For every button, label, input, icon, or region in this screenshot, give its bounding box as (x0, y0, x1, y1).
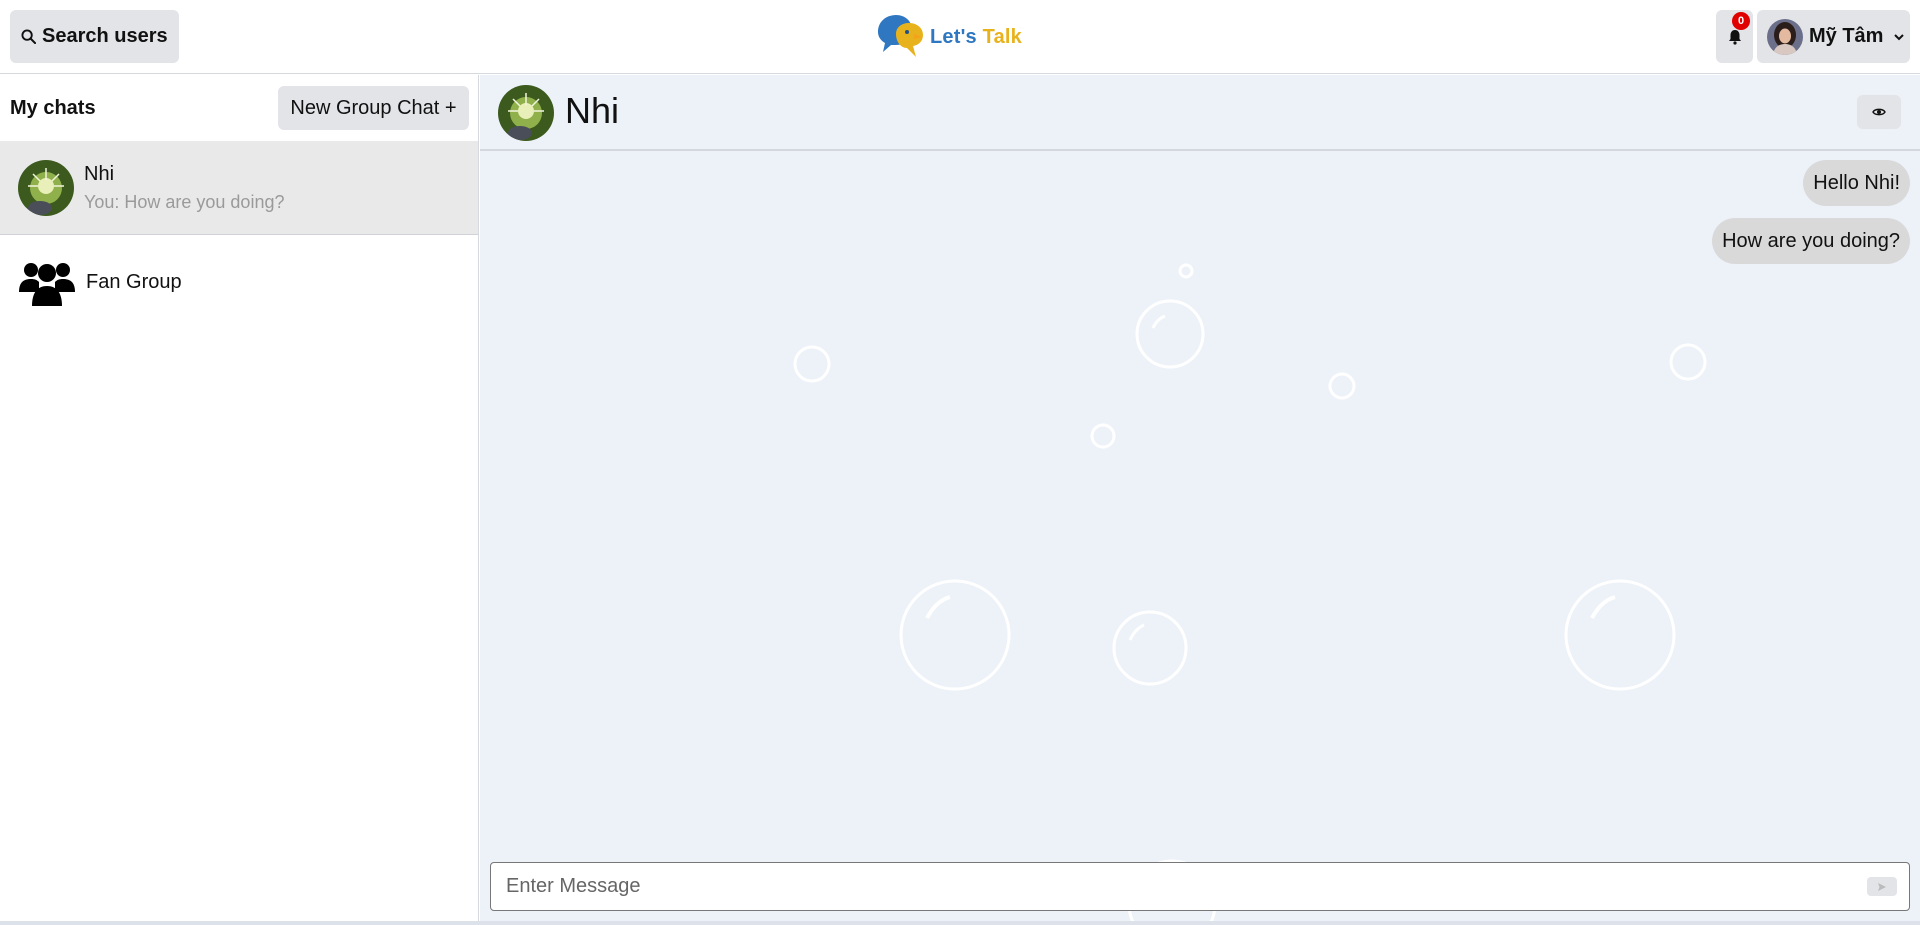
bell-icon (1728, 29, 1741, 45)
chat-title: Nhi (565, 90, 620, 131)
chat-last-message: You: How are you doing? (84, 191, 285, 212)
search-users-label: Search users (42, 25, 168, 47)
message-input-box (490, 862, 1910, 911)
logo-icon (878, 15, 923, 57)
chat-list-item-text: Nhi You: How are you doing? (84, 163, 284, 213)
bottom-divider (0, 921, 1920, 925)
message-bubble: Hello Nhi! (1803, 160, 1910, 206)
chat-header: Nhi (480, 75, 1920, 151)
sidebar-title: My chats (10, 97, 96, 119)
logo-text-part1: Let's (930, 25, 977, 48)
chat-name: Fan Group (86, 270, 182, 293)
logo-text-part2: Talk (976, 25, 1022, 48)
message-input[interactable] (491, 863, 1821, 910)
avatar (18, 159, 74, 216)
top-header: Search users Let's Talk 0 Mỹ Tâm (0, 0, 1920, 74)
send-button[interactable] (1867, 877, 1897, 896)
chat-name: Nhi (84, 162, 115, 185)
message-bubble: How are you doing? (1712, 218, 1910, 264)
logo-text: Let's Talk (930, 26, 1022, 49)
chat-sidebar: My chats New Group Chat + Nhi You: How a… (0, 75, 479, 925)
chevron-down-icon (1894, 33, 1905, 40)
bubbles-background (793, 263, 1707, 923)
notification-count-badge: 0 (1732, 12, 1750, 30)
group-icon (19, 263, 75, 306)
chat-list: Nhi You: How are you doing? Fan Group (0, 141, 478, 329)
search-icon (21, 29, 36, 44)
new-group-chat-button[interactable]: New Group Chat + (278, 86, 469, 130)
avatar[interactable] (498, 85, 554, 141)
app-logo: Let's Talk (874, 12, 1022, 62)
chat-pane: Nhi Hello Nhi! How are you doing? (480, 75, 1920, 925)
send-icon (1878, 882, 1886, 891)
eye-icon (1872, 108, 1886, 116)
chat-list-item-nhi[interactable]: Nhi You: How are you doing? (0, 141, 478, 235)
chat-list-item-fan-group[interactable]: Fan Group (0, 235, 478, 329)
user-avatar (1767, 18, 1803, 55)
user-name: Mỹ Tâm (1809, 25, 1884, 47)
chat-info-button[interactable] (1857, 95, 1901, 129)
search-users-button[interactable]: Search users (10, 10, 179, 63)
profile-menu-button[interactable]: Mỹ Tâm (1757, 10, 1910, 63)
